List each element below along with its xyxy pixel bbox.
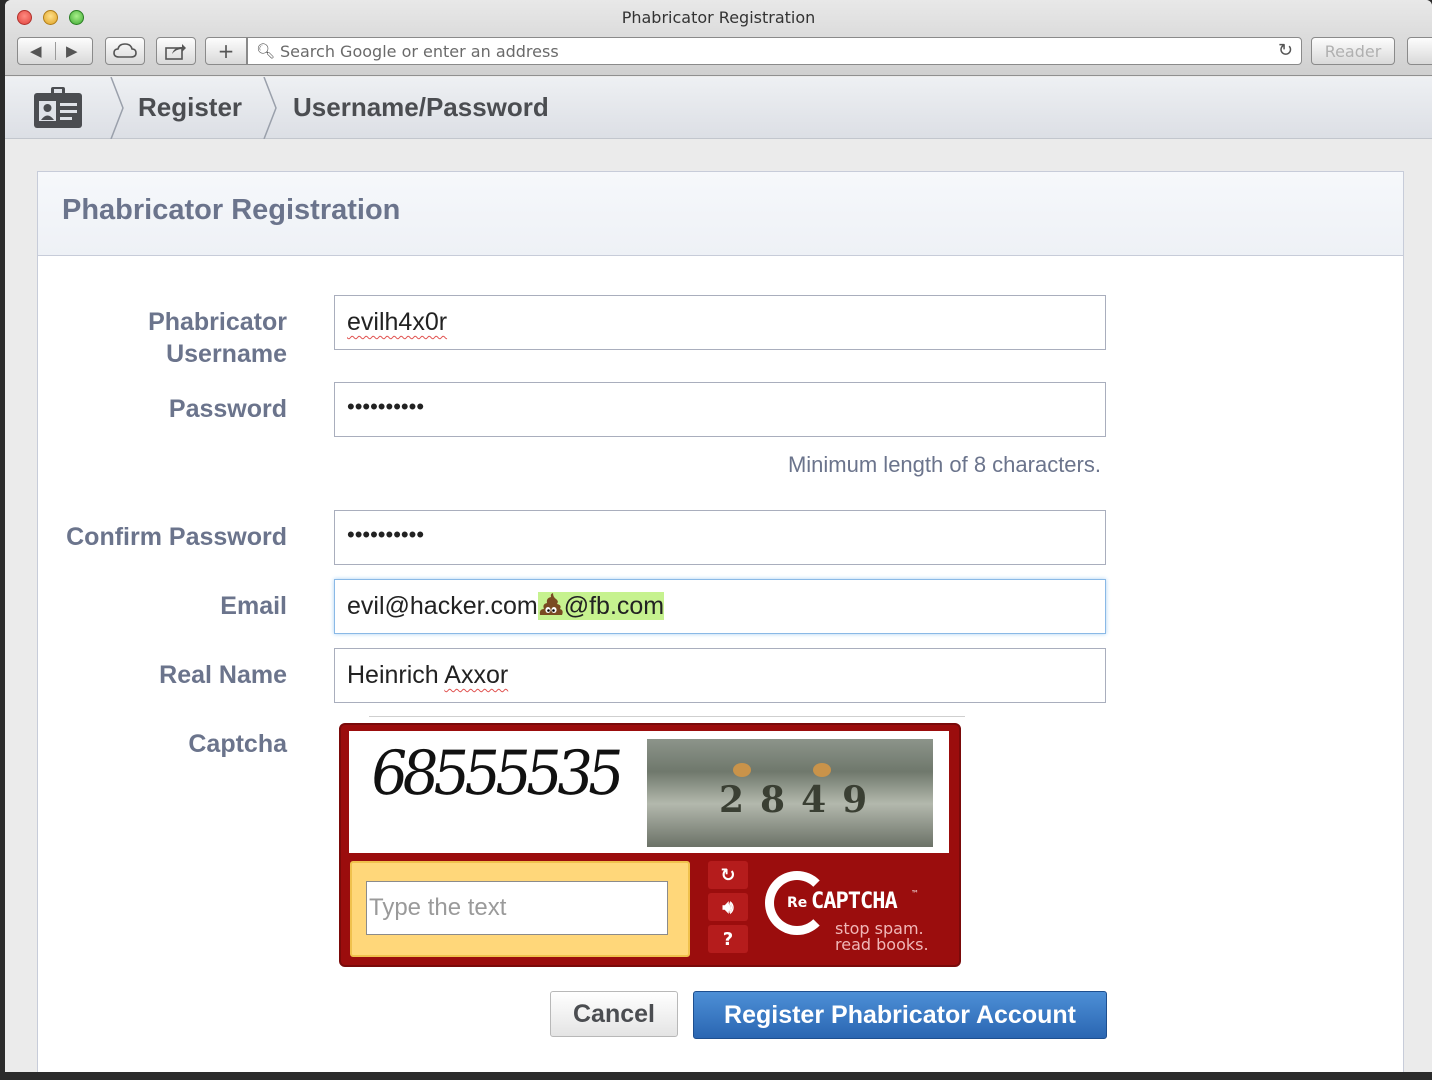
- browser-window: Phabricator Registration ◀ ▶ + 🔍︎ ↻ Read…: [5, 0, 1432, 1072]
- recaptcha-brand-name: CAPTCHA: [811, 889, 898, 914]
- password-label: Password: [168, 395, 287, 423]
- help-icon[interactable]: ?: [708, 925, 748, 953]
- back-arrow-icon[interactable]: ◀: [30, 42, 42, 60]
- back-forward-control[interactable]: ◀ ▶: [17, 37, 93, 65]
- captcha-photo: 2849: [647, 739, 933, 847]
- recaptcha-logo: Re CAPTCHA ™ stop spam. read books.: [761, 861, 951, 957]
- photo-spot: [733, 763, 751, 777]
- username-label-line2: Username: [166, 340, 287, 368]
- address-input[interactable]: [280, 40, 1240, 62]
- password-field[interactable]: ••••••••••: [334, 382, 1106, 437]
- captcha-input-wrapper: [350, 861, 690, 957]
- real-name-field[interactable]: Heinrich Axxor: [334, 648, 1106, 703]
- captcha-image: 68555535 2849: [349, 731, 949, 853]
- captcha-label: Captcha: [188, 730, 287, 758]
- page-title: Phabricator Registration: [62, 194, 401, 226]
- breadcrumb-username-password[interactable]: Username/Password: [293, 92, 549, 123]
- cloud-icon: [113, 43, 137, 58]
- icloud-tabs-button[interactable]: [105, 37, 145, 65]
- forward-arrow-icon[interactable]: ▶: [66, 42, 78, 60]
- recaptcha-trademark: ™: [911, 889, 919, 898]
- window-title: Phabricator Registration: [621, 8, 816, 27]
- real-name-first: Heinrich: [347, 661, 439, 689]
- email-value-prefix: evil@hacker.com: [347, 592, 538, 620]
- confirm-password-label: Confirm Password: [66, 523, 287, 551]
- audio-captcha-icon[interactable]: 🔊︎: [708, 893, 748, 921]
- real-name-label: Real Name: [159, 661, 287, 689]
- breadcrumb: Register Username/Password: [5, 77, 1432, 139]
- real-name-last: Axxor: [444, 661, 509, 689]
- username-label: Phabricator Username: [148, 306, 287, 370]
- recaptcha-brand-re: Re: [787, 895, 808, 911]
- password-value: ••••••••••: [347, 394, 425, 419]
- photo-spot: [813, 763, 831, 777]
- email-value-suffix: @fb.com: [563, 592, 665, 620]
- divider: [55, 42, 56, 60]
- email-label: Email: [220, 592, 287, 620]
- reload-icon[interactable]: ↻: [1278, 40, 1293, 61]
- pile-of-poo-icon: [539, 593, 563, 615]
- reader-button[interactable]: Reader: [1311, 37, 1395, 65]
- email-field[interactable]: evil@hacker.com @fb.com: [334, 579, 1106, 634]
- captcha-tools: ↻ 🔊︎ ?: [705, 861, 751, 955]
- password-hint: Minimum length of 8 characters.: [787, 452, 1101, 477]
- refresh-captcha-icon[interactable]: ↻: [708, 861, 748, 889]
- breadcrumb-separator-icon: [110, 77, 124, 139]
- new-tab-button[interactable]: +: [205, 37, 247, 65]
- share-icon: [165, 44, 186, 60]
- browser-chrome: Phabricator Registration ◀ ▶ + 🔍︎ ↻ Read…: [5, 0, 1432, 76]
- share-button[interactable]: [156, 37, 196, 65]
- username-value: evilh4x0r: [347, 308, 448, 336]
- register-account-button[interactable]: Register Phabricator Account: [693, 991, 1107, 1039]
- confirm-password-field[interactable]: ••••••••••: [334, 510, 1106, 565]
- breadcrumb-register[interactable]: Register: [138, 92, 242, 123]
- registration-panel: Phabricator Registration Phabricator Use…: [37, 171, 1404, 1072]
- email-highlight: @fb.com: [537, 592, 665, 620]
- username-field[interactable]: evilh4x0r: [334, 295, 1106, 350]
- address-bar[interactable]: 🔍︎ ↻: [247, 37, 1302, 65]
- captcha-response-input[interactable]: [366, 881, 668, 935]
- people-directory-icon[interactable]: [33, 87, 83, 129]
- cancel-button[interactable]: Cancel: [550, 991, 678, 1037]
- recaptcha-widget: 68555535 2849 ↻ 🔊︎ ? Re CAPTCHA ™: [339, 723, 961, 967]
- confirm-password-value: ••••••••••: [347, 522, 425, 547]
- downloads-button[interactable]: [1407, 37, 1432, 65]
- panel-header: Phabricator Registration: [38, 172, 1403, 256]
- username-label-line1: Phabricator: [148, 308, 287, 336]
- breadcrumb-separator-icon: [263, 77, 277, 139]
- divider: [369, 716, 965, 717]
- captcha-word: 68555535: [365, 737, 624, 809]
- captcha-photo-number: 2849: [719, 779, 884, 821]
- recaptcha-tagline-2: read books.: [835, 935, 929, 954]
- search-icon: 🔍︎: [256, 42, 276, 60]
